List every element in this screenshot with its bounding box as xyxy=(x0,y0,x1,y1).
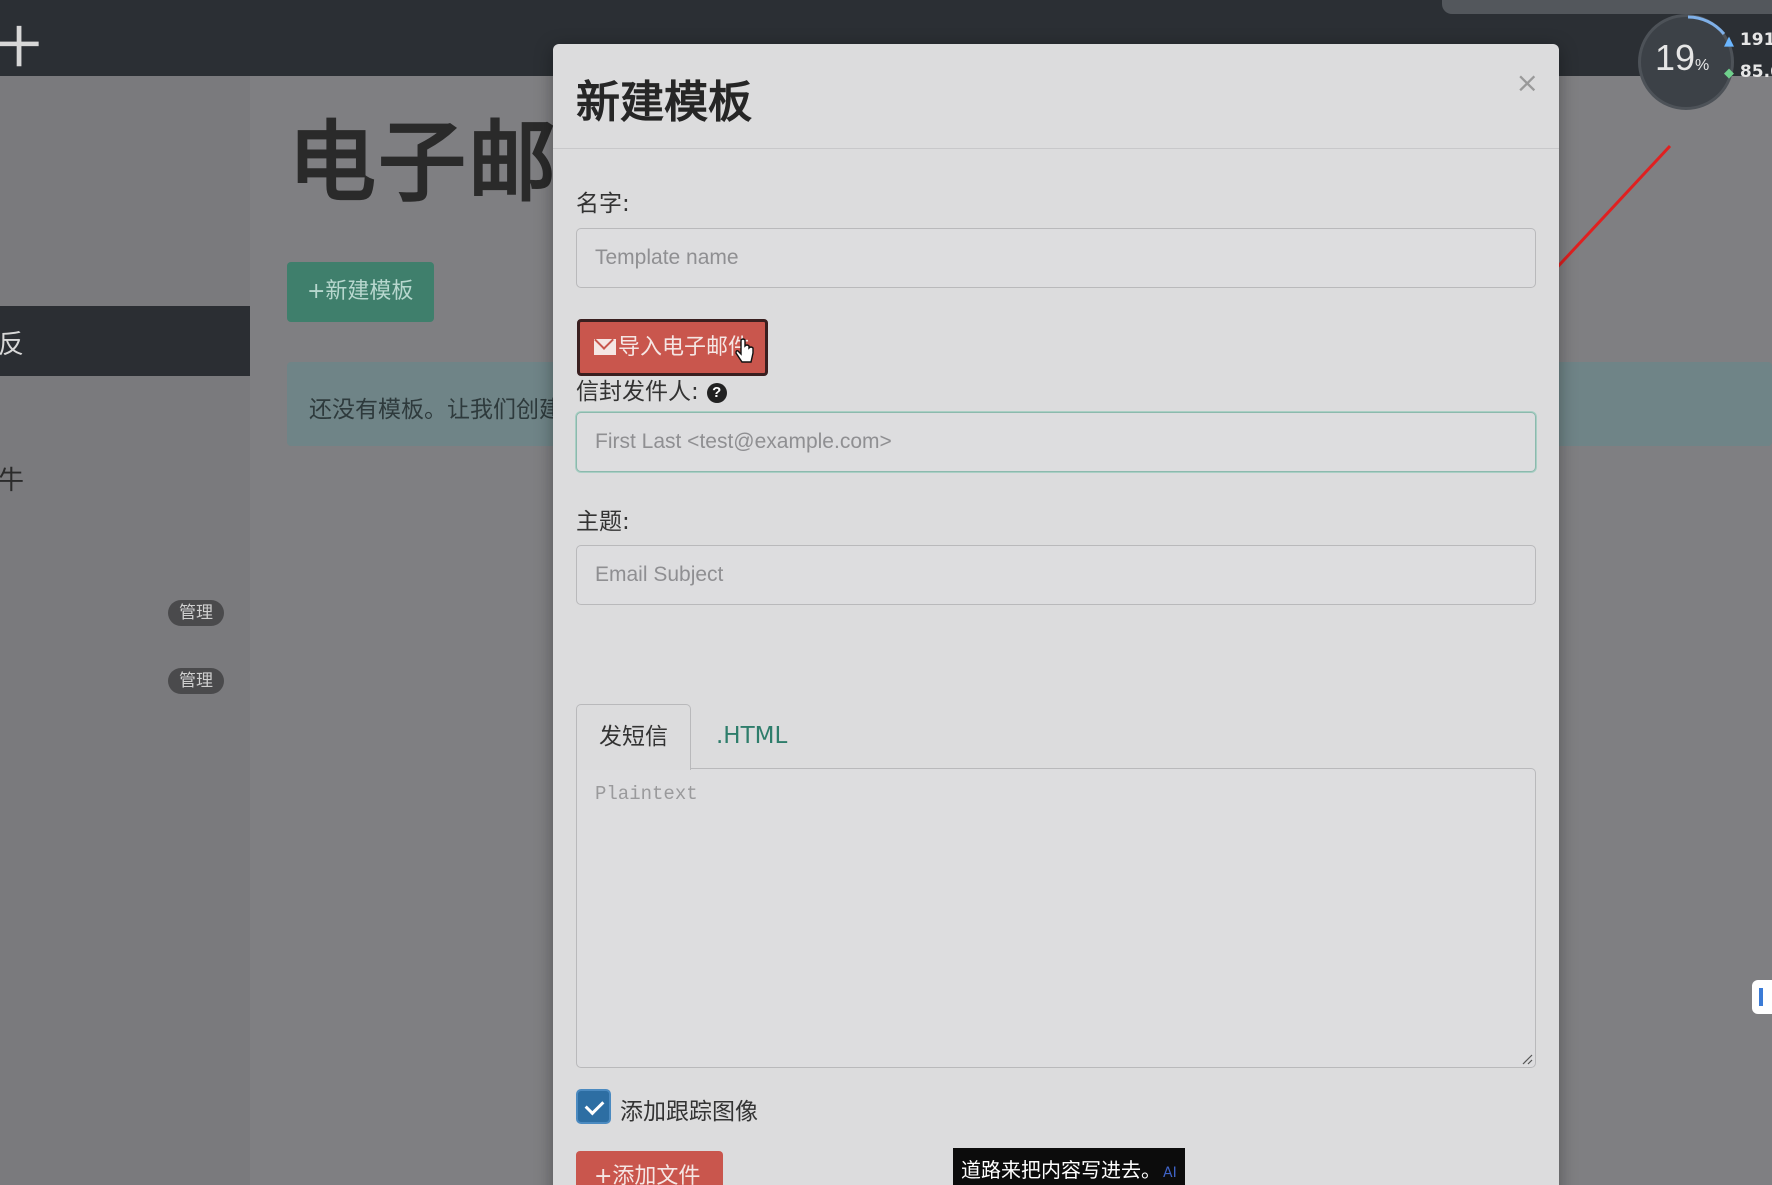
tracking-image-checkbox[interactable] xyxy=(576,1089,611,1124)
envelope-icon xyxy=(594,339,616,355)
plaintext-editor[interactable] xyxy=(576,768,1536,1068)
name-label: 名字: xyxy=(576,191,630,217)
help-icon[interactable]: ? xyxy=(706,383,727,403)
tracking-image-label: 添加跟踪图像 xyxy=(620,1099,758,1125)
modal-title: 新建模板 xyxy=(576,77,752,128)
resize-handle-icon[interactable] xyxy=(1521,1053,1533,1065)
upload-arrow-icon: ▲ xyxy=(1724,34,1734,49)
browser-strip xyxy=(1442,0,1772,14)
cpu-progress-arc xyxy=(1687,15,1726,35)
sidebar: 反 牛 管理 管理 xyxy=(0,76,250,1185)
email-subject-input[interactable] xyxy=(576,545,1536,605)
side-floating-tab[interactable] xyxy=(1752,980,1772,1014)
manage-badge[interactable]: 管理 xyxy=(168,668,224,694)
tab-text[interactable]: 发短信 xyxy=(576,704,691,770)
sidebar-item-fragment[interactable]: 牛 xyxy=(0,460,24,497)
hand-cursor-icon xyxy=(735,338,754,363)
watermark-logo: AI xyxy=(1163,1165,1177,1181)
close-icon[interactable]: × xyxy=(1516,66,1539,99)
add-files-button[interactable]: +添加文件 xyxy=(576,1151,723,1185)
envelope-sender-input[interactable] xyxy=(576,412,1536,472)
download-speed: ◆ 85.6 xyxy=(1724,62,1772,82)
new-template-button[interactable]: +新建模板 xyxy=(287,262,434,322)
manage-badge[interactable]: 管理 xyxy=(168,600,224,626)
template-name-input[interactable] xyxy=(576,228,1536,288)
import-email-button[interactable]: 导入电子邮件 xyxy=(577,319,768,376)
envelope-sender-label: 信封发件人:? xyxy=(576,372,727,406)
sidebar-item-active[interactable]: 反 xyxy=(0,306,250,376)
modal-header: 新建模板 × xyxy=(553,44,1559,149)
download-arrow-icon: ◆ xyxy=(1724,66,1734,81)
upload-speed: ▲ 191 xyxy=(1724,30,1772,50)
sidebar-item-label: 反 xyxy=(0,330,25,360)
video-subtitle: 道路来把内容写进去。 AI xyxy=(953,1148,1185,1185)
tab-html[interactable]: .HTML xyxy=(716,704,787,770)
subject-label: 主题: xyxy=(576,509,630,535)
navbar-brand-fragment[interactable]: 十 xyxy=(0,14,40,75)
new-template-modal: 新建模板 × 名字: 导入电子邮件 信封发件人:? 主题: 发短信 .HTML … xyxy=(553,44,1559,1185)
